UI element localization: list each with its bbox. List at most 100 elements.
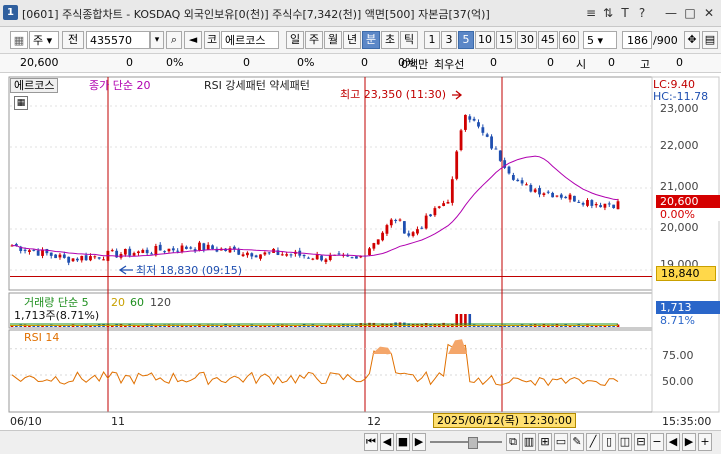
candle-body [110,250,114,252]
best-ask: 0 [547,56,554,69]
candle-body [472,118,476,121]
scroll-track[interactable] [430,441,502,443]
zoom-icon[interactable]: ⊞ [538,433,552,451]
maximize-icon[interactable]: □ [682,5,698,21]
first-icon[interactable]: ⏮ [364,433,378,451]
close-icon[interactable]: ✕ [701,5,717,21]
code-dropdown-icon[interactable]: ▾ [150,31,164,49]
bid-rate: 0% [297,56,315,69]
menu-icon[interactable]: ≡ [583,5,599,21]
candle-body [568,194,572,200]
zoom-in-icon[interactable]: + [698,433,712,451]
window-icon[interactable]: ▭ [554,433,568,451]
rsi-panel-label[interactable]: RSI 14 [24,331,59,344]
candle-body [23,249,27,251]
layout-icon[interactable]: ▥ [522,433,536,451]
candle-body [145,249,149,254]
candle-body [75,258,79,261]
candle-body [267,252,271,254]
speaker-icon[interactable]: ◄ [184,31,202,49]
grid-toggle-icon[interactable]: ⊟ [634,433,648,451]
cursor-date-label: 2025/06/12(목) 12:30:00 [433,413,577,428]
minimize-icon[interactable]: — [663,5,679,21]
candle-body [54,254,57,259]
link-icon[interactable]: ⇅ [600,5,616,21]
minute-45[interactable]: 45 [538,31,558,49]
search-icon[interactable]: ⌕ [166,31,182,49]
candle-body [137,251,140,254]
candle-body [607,203,611,205]
candle-body [616,201,620,210]
stock-chart[interactable] [0,73,721,430]
bar-count-input[interactable]: 186 [622,31,652,49]
candle-body [67,256,71,263]
candle-body [446,201,450,204]
candle-body [189,247,193,249]
candle-body [429,214,432,217]
volume-panel-label[interactable]: 거래량 단순 5 [24,296,89,309]
prev-button[interactable]: 전 [62,31,84,49]
candle-body [407,233,411,236]
draw-icon[interactable]: ✎ [570,433,584,451]
candle-body [394,219,398,221]
candle-body [355,256,358,259]
rsi-pattern-label[interactable]: RSI 강세패턴 약세패턴 [204,79,310,92]
period-tick[interactable]: 틱 [400,31,418,49]
candle-body [577,201,581,203]
period-minute[interactable]: 분 [362,31,380,49]
candle-body [389,219,393,226]
minute-30[interactable]: 30 [517,31,537,49]
help-icon[interactable]: ? [634,5,650,21]
period-second[interactable]: 초 [381,31,399,49]
zoom-out-icon[interactable]: − [650,433,664,451]
period-month[interactable]: 월 [324,31,342,49]
period-day[interactable]: 일 [286,31,304,49]
ma-label[interactable]: 종가 단순 20 [89,79,150,92]
minute-10[interactable]: 10 [475,31,495,49]
minute-3[interactable]: 3 [441,31,457,49]
stock-tag[interactable]: 에르코스 [10,78,59,93]
settings-icon[interactable]: ▤ [702,31,718,49]
window-title: [0601] 주식종합차트 - KOSDAQ 외국인보유[0(천)] 주식수[7… [22,8,490,21]
candle-body [442,203,446,206]
minute-15[interactable]: 15 [496,31,516,49]
stop-icon[interactable]: ■ [396,433,410,451]
chart-type-icon[interactable]: ▯ [602,433,616,451]
max-price-label: 최고 23,350 (11:30) [340,88,447,101]
crosshair-icon[interactable]: ✥ [684,31,700,49]
minute-60[interactable]: 60 [559,31,579,49]
market-button[interactable]: 코 [204,31,220,49]
prev-icon[interactable]: ◀ [380,433,394,451]
scroll-right-icon[interactable]: ▶ [682,433,696,451]
minute-1[interactable]: 1 [424,31,440,49]
period-year[interactable]: 년 [343,31,361,49]
stock-code-input[interactable]: 435570 [86,31,150,49]
candle-body [58,254,62,258]
candle-body [128,248,132,256]
next-icon[interactable]: ▶ [412,433,426,451]
candle-body [372,243,376,249]
table-icon[interactable]: ▦ [14,96,28,110]
candle-body [167,248,171,252]
candle-body [123,249,127,255]
minute-select[interactable]: 5 ▾ [583,31,617,49]
scroll-left-icon[interactable]: ◀ [666,433,680,451]
candle-body [402,221,406,234]
view-icon[interactable]: ◫ [618,433,632,451]
candle-body [437,206,441,208]
copy-icon[interactable]: ⧉ [506,433,520,451]
minute-5[interactable]: 5 [458,31,474,49]
bid-value: 0 [243,56,250,69]
rsi-tick-50: 50.00 [662,375,694,388]
period-week[interactable]: 주 [305,31,323,49]
grid-icon[interactable]: ▦ [10,31,28,49]
rsi-tick-75: 75.00 [662,349,694,362]
candle-body [416,229,419,234]
line-icon[interactable]: ╱ [586,433,600,451]
candle-body [311,258,315,260]
scroll-thumb[interactable] [468,437,478,449]
candle-body [525,184,528,186]
market-select[interactable]: 주 ▾ [29,31,59,49]
volume-tag: 1,713 [656,301,720,314]
pin-icon[interactable]: T [617,5,633,21]
